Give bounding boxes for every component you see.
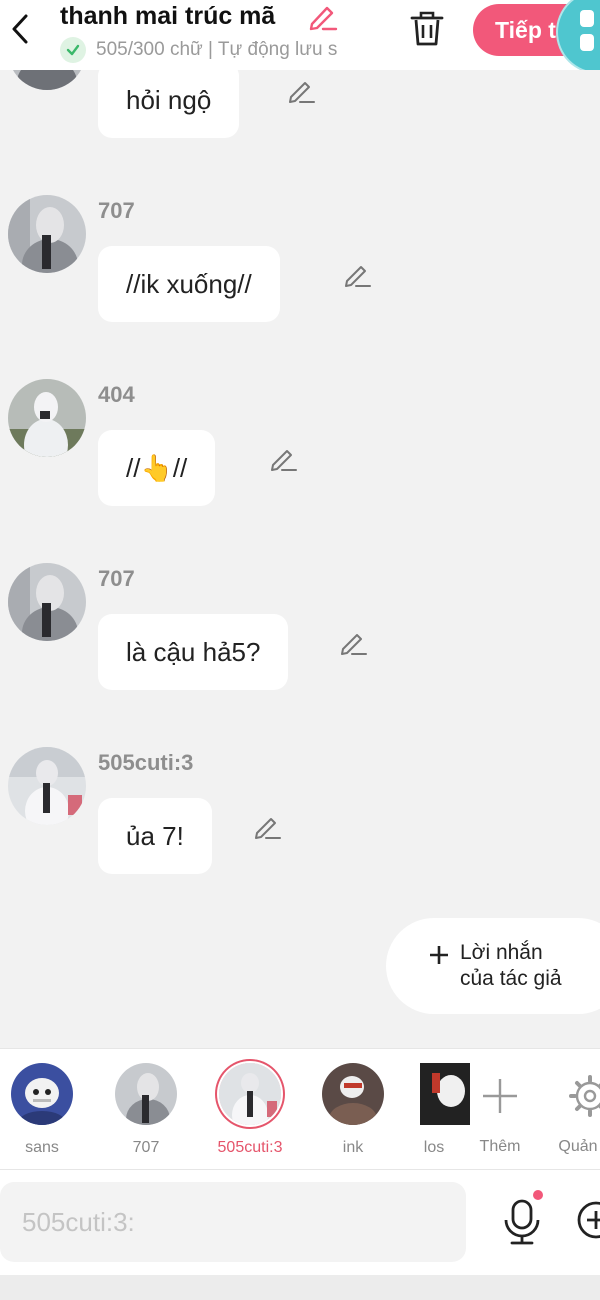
back-arrow-icon[interactable] xyxy=(6,10,36,48)
add-attachment-icon[interactable] xyxy=(576,1200,600,1240)
edit-message-icon[interactable] xyxy=(342,260,372,290)
message-bubble[interactable]: //👆// xyxy=(98,430,216,506)
message-bubble[interactable]: ủa 7! xyxy=(98,798,212,874)
message-text: hỏi ngộ xyxy=(126,84,212,115)
avatar xyxy=(219,1063,281,1125)
character-name: 707 xyxy=(98,198,135,223)
author-note-button[interactable]: Lời nhắn của tác giả xyxy=(386,918,600,1014)
avatar[interactable] xyxy=(8,747,86,825)
edit-title-icon[interactable] xyxy=(306,2,338,32)
character-name: 505cuti:3 xyxy=(98,750,194,775)
author-note-label: Lời nhắn xyxy=(460,941,543,964)
word-count-status: 505/300 chữ | Tự động lưu s xyxy=(96,39,338,60)
edit-message-icon[interactable] xyxy=(252,812,282,842)
character-name: ink xyxy=(342,1139,364,1156)
plus-icon xyxy=(483,1079,517,1113)
avatar[interactable] xyxy=(8,195,86,273)
trash-icon[interactable] xyxy=(408,8,446,48)
avatar[interactable] xyxy=(8,379,86,457)
story-title[interactable]: thanh mai trúc mã xyxy=(60,0,275,32)
message-text: //ik xuống// xyxy=(126,268,252,299)
character-name: 707 xyxy=(132,1139,160,1156)
header-bar: thanh mai trúc mã 505/300 chữ | Tự động … xyxy=(0,0,600,70)
character-name: 505cuti:3 xyxy=(217,1139,283,1156)
message-bubble[interactable]: là cậu hả5? xyxy=(98,614,289,690)
bottom-strip xyxy=(0,1275,600,1300)
gear-icon xyxy=(569,1075,600,1117)
character-707[interactable]: 707 xyxy=(106,1063,186,1157)
plus-icon xyxy=(430,946,448,964)
character-name: 404 xyxy=(98,382,135,407)
message-bubble[interactable]: //ik xuống// xyxy=(98,246,280,322)
character-name: sans xyxy=(25,1139,59,1156)
edit-message-icon[interactable] xyxy=(338,628,368,658)
message-text: ủa 7! xyxy=(126,820,184,851)
avatar[interactable] xyxy=(8,563,86,641)
character-selector: sans 707 505cuti:3 ink los Thêm Quản xyxy=(0,1048,600,1170)
menu-bar-icon xyxy=(580,34,594,51)
message-input[interactable] xyxy=(0,1182,466,1262)
character-sans[interactable]: sans xyxy=(2,1063,82,1157)
manage-characters-button[interactable]: Quản l xyxy=(542,1063,600,1156)
microphone-icon[interactable] xyxy=(500,1198,544,1246)
author-note-label: của tác giả xyxy=(460,967,562,990)
notification-dot xyxy=(533,1190,543,1200)
save-status: 505/300 chữ | Tự động lưu s xyxy=(60,36,380,64)
message-text: //👆// xyxy=(126,452,188,483)
add-label: Thêm xyxy=(479,1138,521,1155)
avatar xyxy=(11,1063,73,1125)
manage-label: Quản l xyxy=(558,1138,600,1155)
add-character-button[interactable]: Thêm xyxy=(460,1063,540,1156)
character-505cuti[interactable]: 505cuti:3 xyxy=(210,1063,290,1157)
message-bubble[interactable]: hỏi ngộ xyxy=(98,62,240,138)
avatar xyxy=(115,1063,177,1125)
menu-bar-icon xyxy=(580,10,594,27)
edit-message-icon[interactable] xyxy=(286,76,316,106)
character-name: 707 xyxy=(98,566,135,591)
edit-message-icon[interactable] xyxy=(268,444,298,474)
composer xyxy=(0,1170,600,1275)
avatar xyxy=(322,1063,384,1125)
floating-menu-button[interactable] xyxy=(558,0,600,70)
check-icon xyxy=(60,37,86,63)
message-text: là cậu hả5? xyxy=(126,636,261,667)
character-ink[interactable]: ink xyxy=(313,1063,393,1157)
next-button-label: Tiếp t xyxy=(495,16,556,43)
